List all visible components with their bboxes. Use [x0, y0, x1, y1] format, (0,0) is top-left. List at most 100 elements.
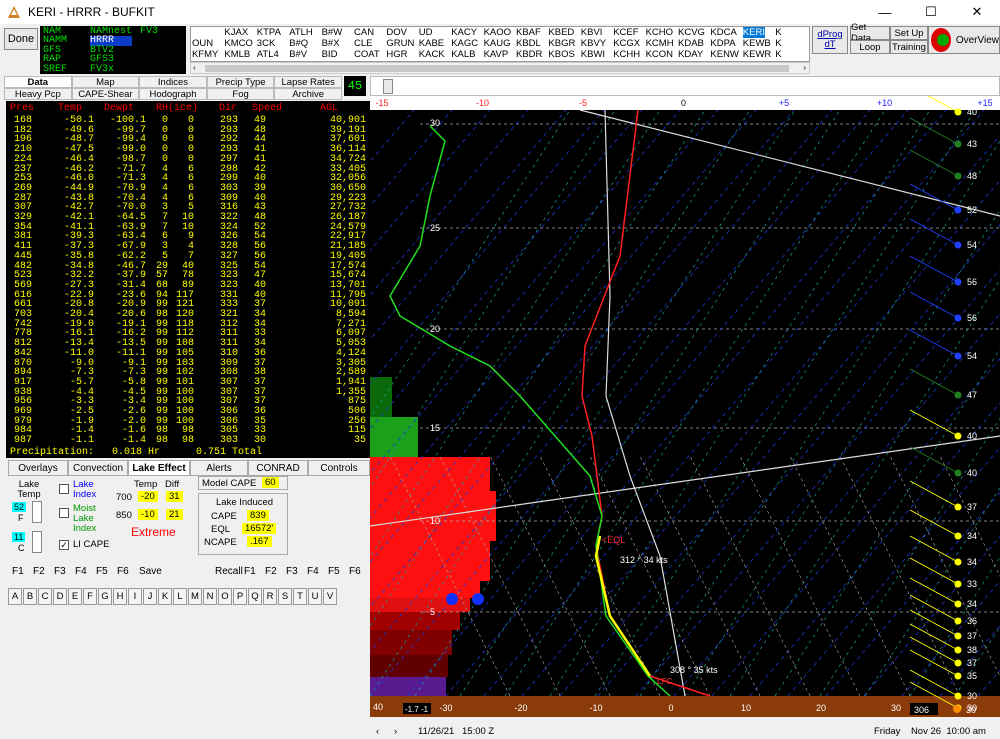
station-item[interactable]: KBVY: [581, 38, 606, 49]
moist-lake-index-checkbox[interactable]: [59, 508, 69, 518]
station-item[interactable]: HGR: [386, 49, 407, 60]
letter-button[interactable]: M: [188, 588, 202, 605]
letter-button[interactable]: H: [113, 588, 127, 605]
station-item[interactable]: KAOO: [484, 27, 511, 38]
time-slider[interactable]: [370, 76, 1000, 96]
overview-button[interactable]: OverView: [928, 26, 1000, 54]
station-item[interactable]: KFMY: [192, 49, 218, 60]
tab-item[interactable]: Fog: [206, 88, 275, 100]
li-cape-checkbox[interactable]: ✓: [59, 540, 69, 550]
station-item[interactable]: KCHO: [646, 27, 673, 38]
station-item[interactable]: UD: [419, 27, 433, 38]
station-item[interactable]: OUN: [192, 38, 213, 49]
station-item[interactable]: KAUG: [484, 38, 511, 49]
model-item[interactable]: FV3: [140, 26, 158, 36]
model-list[interactable]: NAM NAMM GFS RAP SREF NAMnest HRRR BTV2 GFS3 FV3…: [40, 26, 186, 74]
skew-t-chart[interactable]: -15 -10 -5 0 +5 +10 +15 30 25 20 15 10 5 -30 -20 -10 0…: [370, 96, 1000, 717]
letter-button[interactable]: E: [68, 588, 82, 605]
letter-button[interactable]: K: [158, 588, 172, 605]
station-item[interactable]: BID: [322, 49, 338, 60]
tab-item[interactable]: Hodograph: [139, 88, 207, 100]
station-item[interactable]: K: [775, 38, 781, 49]
tab-item[interactable]: Alerts: [190, 460, 248, 476]
station-item[interactable]: KJAX: [224, 27, 248, 38]
lake-temp-c[interactable]: 11: [12, 532, 26, 542]
station-item[interactable]: DOV: [386, 27, 407, 38]
letter-button[interactable]: L: [173, 588, 187, 605]
function-key-button[interactable]: F2: [265, 566, 277, 577]
function-key-button[interactable]: F6: [349, 566, 361, 577]
station-item[interactable]: 3CK: [257, 38, 275, 49]
function-key-button[interactable]: F3: [54, 566, 66, 577]
station-item[interactable]: ATL4: [257, 49, 279, 60]
station-item[interactable]: KEWB: [743, 38, 771, 49]
station-item[interactable]: KBDR: [516, 49, 542, 60]
station-item[interactable]: KBDL: [516, 38, 541, 49]
station-item[interactable]: KCHH: [613, 49, 640, 60]
tab-item[interactable]: CAPE-Shear: [71, 88, 140, 100]
station-item[interactable]: KDCA: [710, 27, 736, 38]
station-item[interactable]: COAT: [354, 49, 380, 60]
lake-temp-f[interactable]: 52: [12, 502, 27, 512]
maximize-button[interactable]: ☐: [908, 0, 954, 24]
station-item[interactable]: KBED: [548, 27, 574, 38]
station-item[interactable]: B#X: [322, 38, 340, 49]
station-item[interactable]: KCMH: [646, 38, 674, 49]
tab-item[interactable]: Indices: [139, 76, 207, 88]
letter-button[interactable]: F: [83, 588, 97, 605]
station-item[interactable]: KENW: [710, 49, 739, 60]
tab-item[interactable]: CONRAD: [248, 460, 308, 476]
model-item[interactable]: FV3x: [90, 64, 132, 74]
model-item[interactable]: SREF: [43, 64, 67, 74]
station-item[interactable]: ATLH: [289, 27, 313, 38]
station-item[interactable]: KACY: [451, 27, 477, 38]
tab-item[interactable]: Overlays: [8, 460, 68, 476]
lake-temp-c-spinner[interactable]: [32, 531, 42, 553]
tab-item[interactable]: Lake Effect: [128, 460, 190, 476]
minimize-button[interactable]: —: [862, 0, 908, 24]
function-key-button[interactable]: F5: [96, 566, 108, 577]
letter-button[interactable]: V: [323, 588, 337, 605]
function-key-button[interactable]: F2: [33, 566, 45, 577]
letter-button[interactable]: B: [23, 588, 37, 605]
setup-button[interactable]: Set Up: [890, 26, 928, 40]
station-item[interactable]: CAN: [354, 27, 374, 38]
scroll-right-arrow-icon[interactable]: ›: [394, 726, 397, 737]
station-item[interactable]: KBGR: [548, 38, 575, 49]
letter-button[interactable]: S: [278, 588, 292, 605]
close-button[interactable]: ✕: [954, 0, 1000, 24]
save-button[interactable]: Save: [139, 566, 162, 577]
function-key-button[interactable]: F4: [307, 566, 319, 577]
tab-item[interactable]: Archive: [274, 88, 342, 100]
scroll-right-icon[interactable]: ›: [803, 63, 806, 72]
recall-button[interactable]: Recall: [215, 566, 243, 577]
time-slider-knob[interactable]: [383, 79, 393, 94]
letter-button[interactable]: U: [308, 588, 322, 605]
station-item[interactable]: KTPA: [257, 27, 281, 38]
tab-item[interactable]: Precip Type: [206, 76, 275, 88]
station-grid[interactable]: KJAX KTPA ATLH B#W CAN DOV UD KACY KAOO KBAF KBED K…: [190, 26, 810, 62]
station-item[interactable]: KBWI: [581, 49, 605, 60]
station-item[interactable]: KEWR: [743, 49, 772, 60]
function-key-button[interactable]: F3: [286, 566, 298, 577]
station-item[interactable]: K: [775, 27, 781, 38]
letter-button[interactable]: P: [233, 588, 247, 605]
letter-button[interactable]: O: [218, 588, 232, 605]
tab-item[interactable]: Data: [4, 76, 72, 88]
station-item[interactable]: B#V: [289, 49, 307, 60]
dprog-dt-button[interactable]: dProg dT: [812, 26, 848, 54]
scroll-left-arrow-icon[interactable]: ‹: [376, 726, 379, 737]
scroll-thumb[interactable]: [205, 65, 789, 72]
station-item[interactable]: K: [775, 49, 781, 60]
letter-button[interactable]: N: [203, 588, 217, 605]
letter-button[interactable]: C: [38, 588, 52, 605]
training-button[interactable]: Training: [890, 40, 928, 54]
lake-temp-f-spinner[interactable]: [32, 501, 42, 523]
tab-item[interactable]: Convection: [68, 460, 128, 476]
station-item[interactable]: KDAB: [678, 38, 704, 49]
lake-index-checkbox[interactable]: [59, 484, 69, 494]
tab-item[interactable]: Heavy Pcp: [4, 88, 72, 100]
station-item[interactable]: CLE: [354, 38, 372, 49]
done-button[interactable]: Done: [4, 28, 38, 50]
function-key-button[interactable]: F6: [117, 566, 129, 577]
